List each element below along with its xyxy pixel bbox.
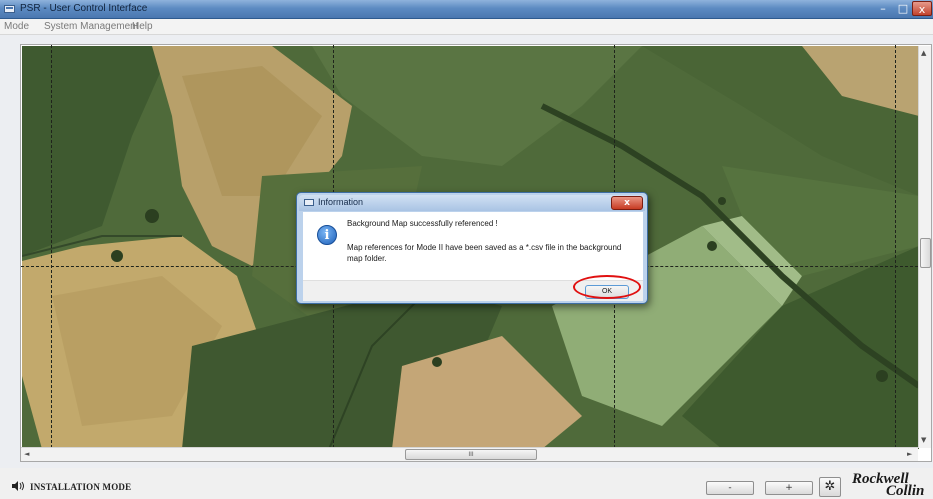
horizontal-scroll-thumb[interactable]: III [405, 449, 537, 460]
dialog-message-detail: Map references for Mode II have been sav… [347, 243, 622, 263]
grid-line-vertical [895, 45, 896, 448]
menu-help[interactable]: Help [132, 21, 153, 32]
app-icon [4, 5, 15, 13]
dialog-message-title: Background Map successfully referenced ! [347, 219, 498, 228]
title-bar[interactable]: PSR - User Control Interface – □ x [0, 0, 933, 19]
ok-button-highlight-circle [573, 275, 641, 299]
dialog-app-icon [304, 199, 314, 206]
zoom-out-button[interactable]: - [706, 481, 754, 495]
dialog-body: i Background Map successfully referenced… [303, 212, 643, 280]
info-icon: i [317, 225, 337, 245]
dialog-close-button[interactable]: x [611, 196, 643, 210]
menu-bar: Mode System Management Help [0, 19, 933, 35]
window-title: PSR - User Control Interface [20, 3, 148, 14]
minimize-button[interactable]: – [872, 1, 894, 16]
maximize-button[interactable]: □ [894, 1, 912, 16]
app-window: PSR - User Control Interface – □ x Mode … [0, 0, 933, 499]
grid-line-vertical [51, 45, 52, 448]
close-button[interactable]: x [912, 1, 932, 16]
status-bar: INSTALLATION MODE - + ✲ Rockwell Collin [0, 468, 933, 499]
zoom-in-button[interactable]: + [765, 481, 813, 495]
menu-mode[interactable]: Mode [4, 21, 29, 32]
logo-line-2: Collin [886, 483, 925, 499]
scroll-left-icon[interactable]: ◄ [24, 450, 29, 458]
scroll-right-icon[interactable]: ► [907, 450, 912, 458]
installation-mode-label: INSTALLATION MODE [30, 482, 132, 492]
speaker-icon [12, 481, 24, 491]
gear-icon[interactable]: ✲ [819, 477, 841, 497]
vertical-scroll-thumb[interactable] [920, 238, 931, 268]
scroll-up-icon[interactable]: ▲ [921, 49, 926, 57]
dialog-title: Information [318, 197, 364, 207]
menu-system-management[interactable]: System Management [44, 21, 139, 32]
scroll-down-icon[interactable]: ▼ [921, 436, 926, 444]
horizontal-scrollbar[interactable]: ◄ III ► [21, 447, 918, 461]
dialog-title-bar[interactable]: Information x [299, 195, 645, 211]
vertical-scrollbar[interactable]: ▲ ▼ [918, 46, 931, 448]
rockwell-collins-logo: Rockwell Collin [848, 471, 933, 499]
